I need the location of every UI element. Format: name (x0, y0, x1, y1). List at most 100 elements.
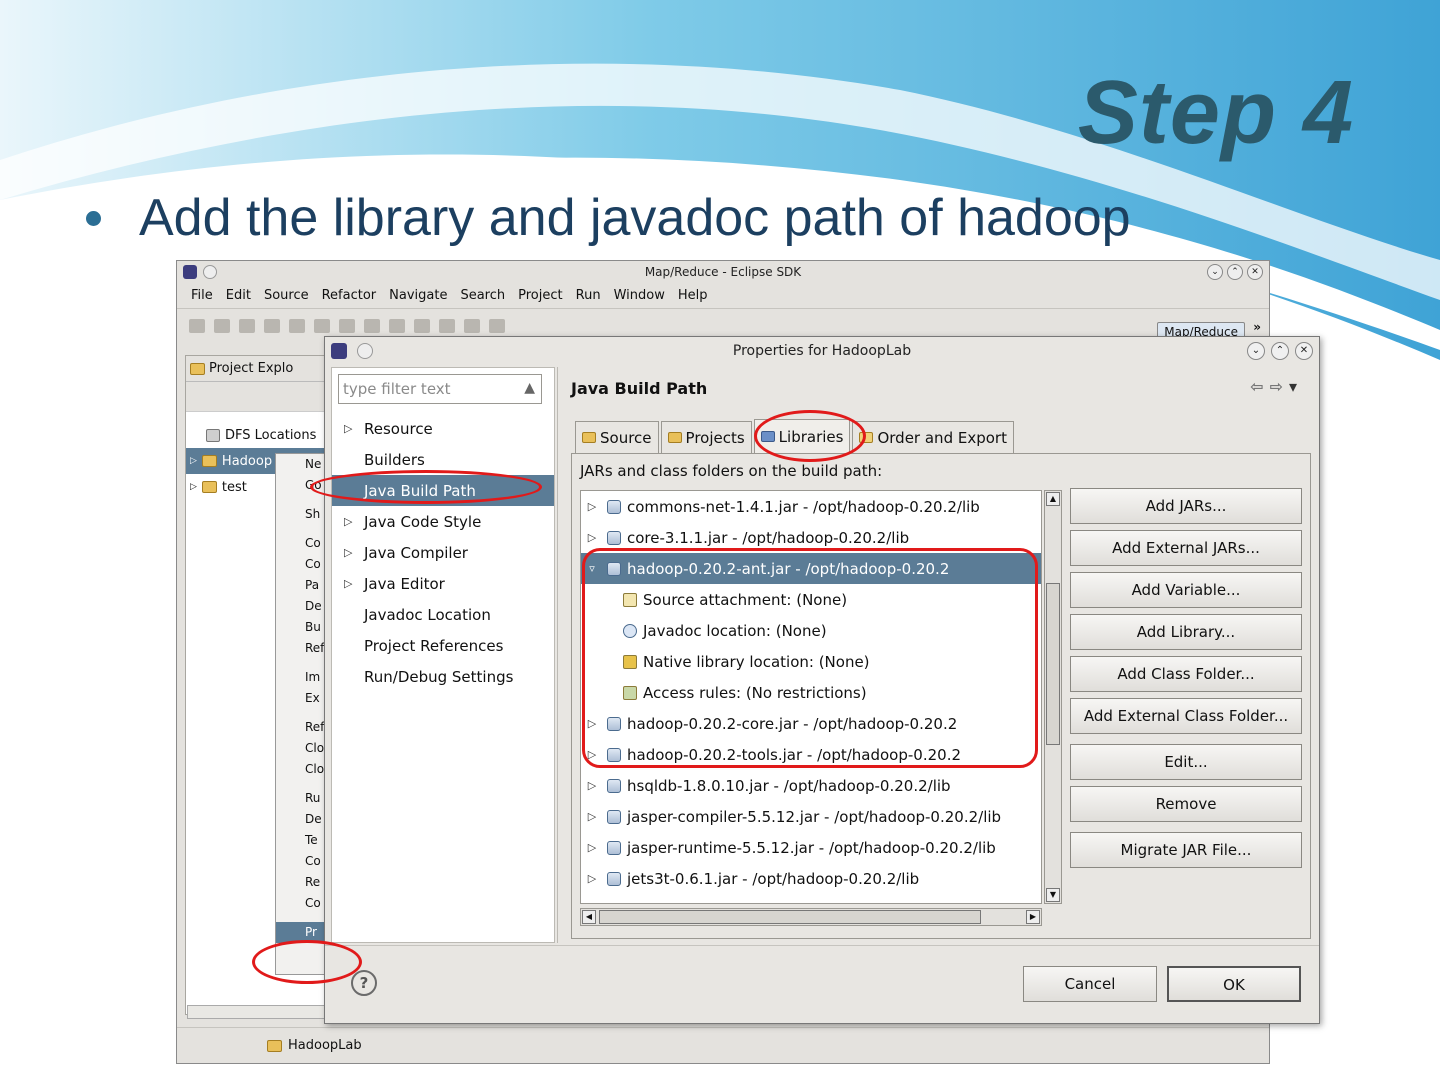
scroll-down-icon[interactable]: ▼ (1046, 888, 1060, 902)
expand-arrow-icon[interactable]: ▷ (190, 482, 197, 492)
menu-help[interactable]: Help (678, 288, 708, 303)
tab-order-and-export[interactable]: Order and Export (852, 421, 1014, 453)
menu-navigate[interactable]: Navigate (389, 288, 447, 303)
annotation-icon[interactable] (439, 319, 455, 333)
nav-item-resource[interactable]: ▷ Resource (332, 413, 554, 444)
expand-arrow-icon[interactable]: ▷ (344, 515, 352, 528)
jar-row[interactable]: ▷ hsqldb-1.8.0.10.jar - /opt/hadoop-0.20.… (581, 770, 1041, 801)
run-icon[interactable] (314, 319, 330, 333)
menu-project[interactable]: Project (518, 288, 562, 303)
add-library-button[interactable]: Add Library... (1070, 614, 1302, 650)
add-class-folder-button[interactable]: Add Class Folder... (1070, 656, 1302, 692)
save-all-icon[interactable] (239, 319, 255, 333)
save-icon[interactable] (214, 319, 230, 333)
expand-arrow-icon[interactable]: ▷ (344, 546, 352, 559)
jar-row[interactable]: ▷ hadoop-0.20.2-tools.jar - /opt/hadoop-0… (581, 739, 1041, 770)
menu-edit[interactable]: Edit (226, 288, 251, 303)
scroll-thumb[interactable] (1046, 583, 1060, 745)
nav-item-builders[interactable]: Builders (332, 444, 554, 475)
nav-item-javadoc-location[interactable]: Javadoc Location (332, 599, 554, 630)
cancel-button[interactable]: Cancel (1023, 966, 1157, 1002)
jar-attribute-row[interactable]: Javadoc location: (None) (581, 615, 1041, 646)
edit-button[interactable]: Edit... (1070, 744, 1302, 780)
filter-input[interactable] (339, 375, 509, 403)
debug-icon[interactable] (289, 319, 305, 333)
nav-item-java-editor[interactable]: ▷ Java Editor (332, 568, 554, 599)
nav-item-java-compiler[interactable]: ▷ Java Compiler (332, 537, 554, 568)
tab-libraries[interactable]: Libraries (753, 419, 851, 453)
expand-arrow-icon[interactable]: ▷ (583, 531, 601, 544)
window-menu-icon[interactable] (203, 265, 217, 279)
jar-row[interactable]: ▷ jets3t-0.6.1.jar - /opt/hadoop-0.20.2/l… (581, 863, 1041, 894)
print-icon[interactable] (264, 319, 280, 333)
expand-arrow-icon[interactable]: ▷ (583, 748, 601, 761)
open-type-icon[interactable] (389, 319, 405, 333)
nav-item-run-debug-settings[interactable]: Run/Debug Settings (332, 661, 554, 692)
nav-item-project-references[interactable]: Project References (332, 630, 554, 661)
scroll-up-icon[interactable]: ▲ (1046, 492, 1060, 506)
jar-attribute-row[interactable]: Source attachment: (None) (581, 584, 1041, 615)
jar-row[interactable]: ▷ commons-net-1.4.1.jar - /opt/hadoop-0.2… (581, 491, 1041, 522)
add-jars-button[interactable]: Add JARs... (1070, 488, 1302, 524)
close-icon[interactable]: ✕ (1295, 342, 1313, 360)
ok-button[interactable]: OK (1167, 966, 1301, 1002)
pane-divider[interactable] (557, 367, 558, 943)
nav-item-java-code-style[interactable]: ▷ Java Code Style (332, 506, 554, 537)
new-class-icon[interactable] (364, 319, 380, 333)
expand-arrow-icon[interactable]: ▷ (583, 717, 601, 730)
add-external-jars-button[interactable]: Add External JARs... (1070, 530, 1302, 566)
jar-row[interactable]: ▷ jasper-runtime-5.5.12.jar - /opt/hadoop… (581, 832, 1041, 863)
jar-row[interactable]: ▷ hadoop-0.20.2-core.jar - /opt/hadoop-0.… (581, 708, 1041, 739)
menu-file[interactable]: File (191, 288, 213, 303)
jar-attribute-row[interactable]: Access rules: (No restrictions) (581, 677, 1041, 708)
forward-icon[interactable] (489, 319, 505, 333)
add-variable-button[interactable]: Add Variable... (1070, 572, 1302, 608)
maximize-icon[interactable]: ⌃ (1227, 264, 1243, 280)
close-icon[interactable]: ✕ (1247, 264, 1263, 280)
window-menu-icon[interactable] (357, 343, 373, 359)
help-icon[interactable]: ? (351, 970, 377, 996)
expand-arrow-icon[interactable]: ▷ (583, 500, 601, 513)
tab-source[interactable]: Source (575, 421, 659, 453)
scroll-thumb[interactable] (599, 910, 981, 924)
expand-arrow-icon[interactable]: ▷ (190, 456, 197, 466)
expand-arrow-icon[interactable]: ▷ (344, 422, 352, 435)
migrate-jar-button[interactable]: Migrate JAR File... (1070, 832, 1302, 868)
perspective-more-icon[interactable]: » (1253, 320, 1261, 334)
menu-window[interactable]: Window (614, 288, 665, 303)
jar-row[interactable]: ▷ jasper-compiler-5.5.12.jar - /opt/hadoo… (581, 801, 1041, 832)
tab-projects[interactable]: Projects (660, 421, 752, 453)
scroll-right-icon[interactable]: ▶ (1026, 910, 1040, 924)
remove-button[interactable]: Remove (1070, 786, 1302, 822)
expand-arrow-icon[interactable]: ▷ (583, 841, 601, 854)
jar-list-horizontal-scrollbar[interactable]: ◀ ▶ (580, 908, 1042, 926)
expand-arrow-icon[interactable]: ▷ (583, 779, 601, 792)
add-external-class-folder-button[interactable]: Add External Class Folder... (1070, 698, 1302, 734)
jar-row[interactable]: ▷ core-3.1.1.jar - /opt/hadoop-0.20.2/lib (581, 522, 1041, 553)
menu-source[interactable]: Source (264, 288, 309, 303)
view-menu-icon[interactable]: ▾ (1289, 377, 1303, 396)
back-icon[interactable] (464, 319, 480, 333)
scroll-left-icon[interactable]: ◀ (582, 910, 596, 924)
expand-arrow-icon[interactable]: ▷ (583, 872, 601, 885)
jar-row-selected[interactable]: ▿ hadoop-0.20.2-ant.jar - /opt/hadoop-0.2… (581, 553, 1041, 584)
menu-refactor[interactable]: Refactor (322, 288, 377, 303)
menu-search[interactable]: Search (460, 288, 505, 303)
minimize-icon[interactable]: ⌄ (1207, 264, 1223, 280)
forward-arrow-icon[interactable]: ⇨ (1270, 377, 1289, 396)
tree-item-dfs-locations[interactable]: DFS Locations (186, 422, 336, 448)
back-arrow-icon[interactable]: ⇦ (1250, 377, 1269, 396)
external-tools-icon[interactable] (339, 319, 355, 333)
project-explorer-tab[interactable]: Project Explo (186, 356, 336, 382)
search-icon[interactable] (414, 319, 430, 333)
minimize-icon[interactable]: ⌄ (1247, 342, 1265, 360)
new-icon[interactable] (189, 319, 205, 333)
nav-item-java-build-path[interactable]: Java Build Path (332, 475, 554, 506)
collapse-arrow-icon[interactable]: ▿ (583, 562, 601, 575)
expand-arrow-icon[interactable]: ▷ (583, 810, 601, 823)
clear-filter-icon[interactable]: ▲ (524, 380, 535, 396)
jar-list-vertical-scrollbar[interactable]: ▲ ▼ (1044, 490, 1062, 904)
menu-run[interactable]: Run (576, 288, 601, 303)
expand-arrow-icon[interactable]: ▷ (344, 577, 352, 590)
maximize-icon[interactable]: ⌃ (1271, 342, 1289, 360)
